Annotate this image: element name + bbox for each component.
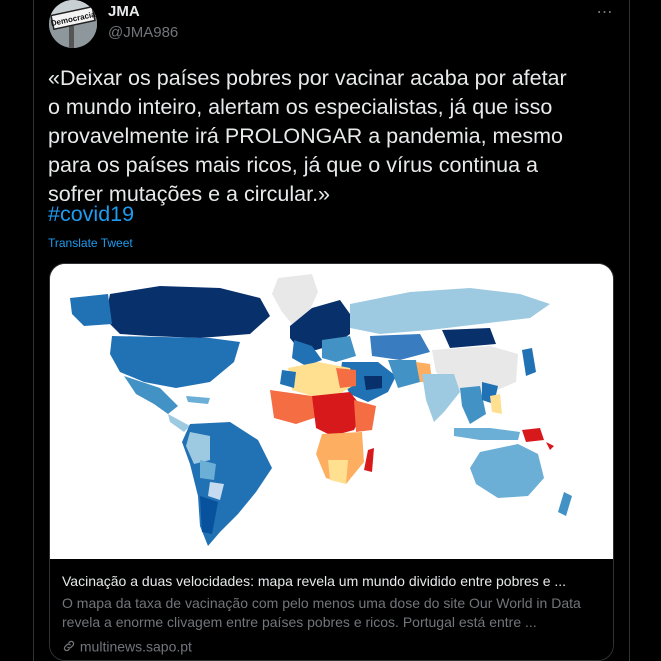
card-link[interactable]: multinews.sapo.pt	[62, 637, 192, 654]
world-vaccination-map	[50, 264, 613, 559]
hashtag-link[interactable]: #covid19	[48, 202, 134, 227]
card-link-domain[interactable]: multinews.sapo.pt	[80, 638, 192, 654]
tweet-text: «Deixar os países pobres por vacinar aca…	[48, 66, 567, 206]
card-meta[interactable]: Vacinação a duas velocidades: mapa revel…	[50, 559, 613, 660]
map-gulf-states	[364, 376, 382, 390]
link-icon	[63, 641, 75, 652]
avatar[interactable]: Democracia	[49, 0, 97, 48]
more-options-icon[interactable]: ⋯	[594, 2, 616, 22]
avatar-image: Democracia	[49, 0, 97, 48]
link-card[interactable]: Vacinação a duas velocidades: mapa revel…	[49, 263, 614, 661]
user-name[interactable]: JMA	[108, 3, 140, 20]
card-title[interactable]: Vacinação a duas velocidades: mapa revel…	[62, 573, 602, 589]
user-handle[interactable]: @JMA986	[108, 24, 178, 41]
translate-tweet-link[interactable]: Translate Tweet	[48, 236, 133, 250]
card-image[interactable]	[50, 264, 613, 559]
card-description[interactable]: O mapa da taxa de vacinação com pelo men…	[62, 594, 602, 632]
